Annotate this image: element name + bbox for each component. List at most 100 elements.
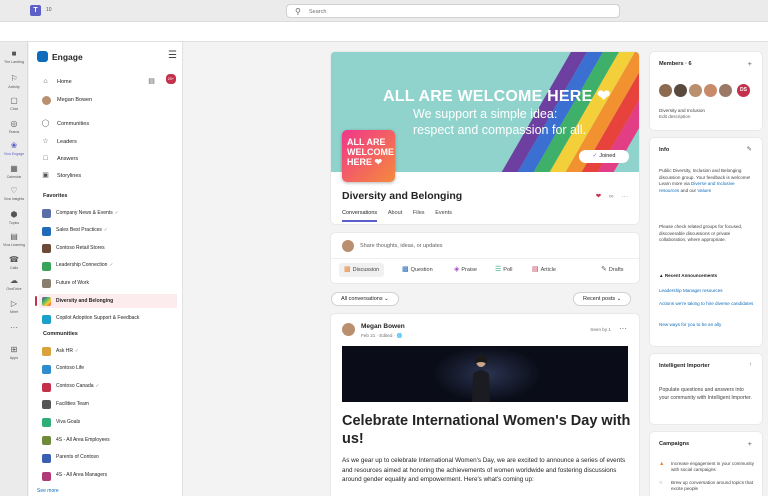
group-avatar xyxy=(42,436,51,445)
back-label[interactable]: 10 xyxy=(46,7,52,13)
inbox-icon[interactable]: ▤ xyxy=(147,77,156,86)
sidebar-group-item[interactable]: Copilot Adoption Support & Feedback xyxy=(39,312,177,326)
question-button[interactable]: ▩ Question xyxy=(399,263,433,277)
values-link[interactable]: Values xyxy=(697,188,711,193)
group-avatar xyxy=(42,453,51,463)
group-avatar xyxy=(42,261,51,271)
avatar[interactable] xyxy=(659,84,672,97)
rail-item-teams[interactable]: ◎ Teams xyxy=(0,119,28,134)
members-count: 6 xyxy=(688,61,692,67)
rail-item-apps[interactable]: ⊞ Apps xyxy=(0,345,28,360)
more-icon[interactable]: ··· xyxy=(619,324,627,333)
avatar[interactable] xyxy=(674,84,687,97)
sidebar-group-item[interactable]: Parents of Contoso xyxy=(39,451,177,465)
avatar xyxy=(342,240,354,252)
rail-item-insights[interactable]: ♡ Viva Insights xyxy=(0,186,28,201)
post-author[interactable]: Megan Bowen xyxy=(361,323,405,330)
bell-icon[interactable]: ♨20+ xyxy=(165,74,176,86)
favorite-heart-icon[interactable]: ❤ xyxy=(596,193,601,200)
sidebar-group-item[interactable]: Contoso Canada ✓ xyxy=(39,380,177,394)
seen-by[interactable]: Seen by 1 xyxy=(590,327,611,332)
rail-item-label: Apps xyxy=(9,356,19,360)
sidebar-group-item[interactable]: Viva Goals xyxy=(39,415,177,429)
tab-events[interactable]: Events xyxy=(435,210,452,216)
article-button[interactable]: ▤ Article xyxy=(529,263,556,277)
rail-item-engage[interactable]: ❀ Viva Engage xyxy=(0,141,28,156)
sidebar-group-item[interactable]: 4S - All Area Managers xyxy=(39,469,177,483)
edit-description-link[interactable]: Edit description xyxy=(659,114,755,121)
engage-header: Engage ☰ xyxy=(37,50,177,63)
chat-icon: ▢ xyxy=(10,96,18,105)
group-name: Sales Best Practices ✓ xyxy=(56,227,108,233)
composer-input[interactable]: Share thoughts, ideas, or updates xyxy=(360,243,443,249)
group-label: Sales Best Practices xyxy=(56,227,102,234)
edit-icon[interactable]: ✎ xyxy=(747,145,752,153)
avatar[interactable] xyxy=(719,84,732,97)
add-member-icon[interactable]: + xyxy=(748,59,752,68)
sort-filter[interactable]: Recent posts ⌄ xyxy=(573,292,632,306)
drafts-button[interactable]: ✎ Drafts xyxy=(598,263,624,277)
sidebar-item-leaders[interactable]: ☆ Leaders xyxy=(39,135,177,149)
campaign-text: Increase engagement in your community wi… xyxy=(671,461,754,472)
joined-button[interactable]: ✓ Joined xyxy=(579,150,629,163)
announcement-link[interactable]: Actions we're taking to hire diverse can… xyxy=(659,301,755,307)
more-icon[interactable]: ··· xyxy=(622,193,629,200)
sidebar-item-profile[interactable]: Megan Bowen xyxy=(39,93,177,107)
hamburger-menu-icon[interactable]: ☰ xyxy=(168,50,177,61)
announcement-link[interactable]: Leadership Manager resources xyxy=(659,288,755,294)
group-avatar xyxy=(42,418,51,428)
discussion-button[interactable]: ▩ Discussion xyxy=(339,263,385,277)
rail-item-learning[interactable]: ▤ Viva Learning xyxy=(0,232,28,247)
sidebar-group-item[interactable]: Contoso Life xyxy=(39,362,177,376)
sidebar-group-item[interactable]: Company News & Events ✓ xyxy=(39,206,177,220)
pin-icon[interactable]: ↑ xyxy=(749,361,752,368)
announcement-link[interactable]: New ways for you to be an ally xyxy=(659,322,755,328)
sidebar-group-item[interactable]: Sales Best Practices ✓ xyxy=(39,224,177,238)
sidebar-group-item[interactable]: Facilities Team xyxy=(39,397,177,411)
option-label: Discussion xyxy=(352,267,380,273)
group-label: Diversity and Belonging xyxy=(56,297,114,304)
group-name: Viva Goals xyxy=(56,419,80,425)
sidebar-group-item[interactable]: Contoso Retail Stores xyxy=(39,241,177,255)
sidebar-group-item[interactable]: Diversity and Belonging xyxy=(35,294,177,308)
sidebar-item-communities[interactable]: ◯ Communities xyxy=(39,117,177,131)
avatar[interactable] xyxy=(689,84,702,97)
search-box[interactable]: ⚲ Search xyxy=(286,4,620,18)
poll-button[interactable]: ☰ Poll xyxy=(492,263,512,277)
sidebar-group-item[interactable]: Future of Work xyxy=(39,276,177,290)
sidebar-item-home[interactable]: ⌂ Home ▤ ♨20+ xyxy=(39,74,177,89)
phone-icon: ☎ xyxy=(9,255,19,264)
rail-item-cloud[interactable]: ☁ OneDrive xyxy=(0,276,28,291)
avatar[interactable] xyxy=(704,84,717,97)
leaders-icon: ☆ xyxy=(42,138,49,145)
group-label: Leadership Connection xyxy=(56,262,108,269)
rail-item-landing[interactable]: ■ The Landing xyxy=(0,49,28,64)
see-more-link[interactable]: See more xyxy=(37,488,59,494)
link-icon[interactable]: ∞ xyxy=(609,193,614,200)
rail-item-topics[interactable]: ⬢ Topics xyxy=(0,210,28,225)
group-actions: ❤ ∞ ··· xyxy=(596,192,628,200)
tab-conversations[interactable]: Conversations xyxy=(342,210,378,222)
campaign-text: Brew up conversation around topics that … xyxy=(671,480,753,491)
tab-about[interactable]: About xyxy=(388,210,402,216)
sidebar-item-storylines[interactable]: ▣ Storylines xyxy=(39,169,177,183)
sidebar-item-label: Storylines xyxy=(57,172,82,179)
rail-item-bell[interactable]: ⚐ Activity xyxy=(0,74,28,89)
sidebar-group-item[interactable]: Ask HR ✓ xyxy=(39,344,177,358)
rail-item-calendar[interactable]: ▦ Calendar xyxy=(0,164,28,179)
landing-icon: ■ xyxy=(11,49,17,58)
avatar-initials[interactable]: DS xyxy=(737,84,750,97)
rail-item-chat[interactable]: ▢ Chat xyxy=(0,96,28,111)
sidebar-group-item[interactable]: Leadership Connection ✓ xyxy=(39,259,177,273)
rail-item-more[interactable]: ··· xyxy=(0,323,28,333)
praise-button[interactable]: ◈ Praise xyxy=(451,263,477,277)
rail-item-phone[interactable]: ☎ Calls xyxy=(0,255,28,270)
conversations-filter[interactable]: All conversations ⌄ xyxy=(331,292,399,306)
sidebar-item-answers[interactable]: □ Answers xyxy=(39,152,177,166)
rail-item-video[interactable]: ▷ Meet xyxy=(0,299,28,314)
engage-title: Engage xyxy=(52,52,83,62)
group-label: Company News & Events xyxy=(56,209,113,216)
add-campaign-icon[interactable]: + xyxy=(748,439,752,448)
tab-files[interactable]: Files xyxy=(413,210,425,216)
sidebar-group-item[interactable]: 4S - All Area Employees xyxy=(39,433,177,447)
